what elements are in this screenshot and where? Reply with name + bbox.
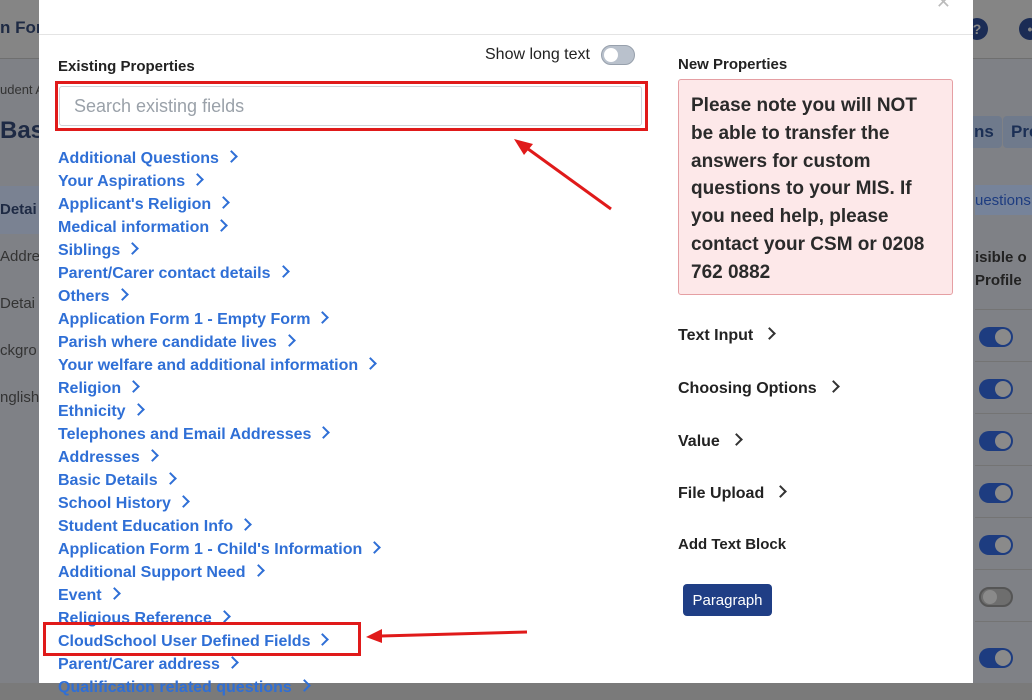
annotation-arrowhead — [366, 629, 382, 643]
annotation-arrow-line — [379, 630, 528, 638]
annotation-arrowhead — [514, 139, 533, 155]
annotation-arrow-line — [523, 144, 612, 211]
annotation-arrows — [366, 139, 612, 643]
